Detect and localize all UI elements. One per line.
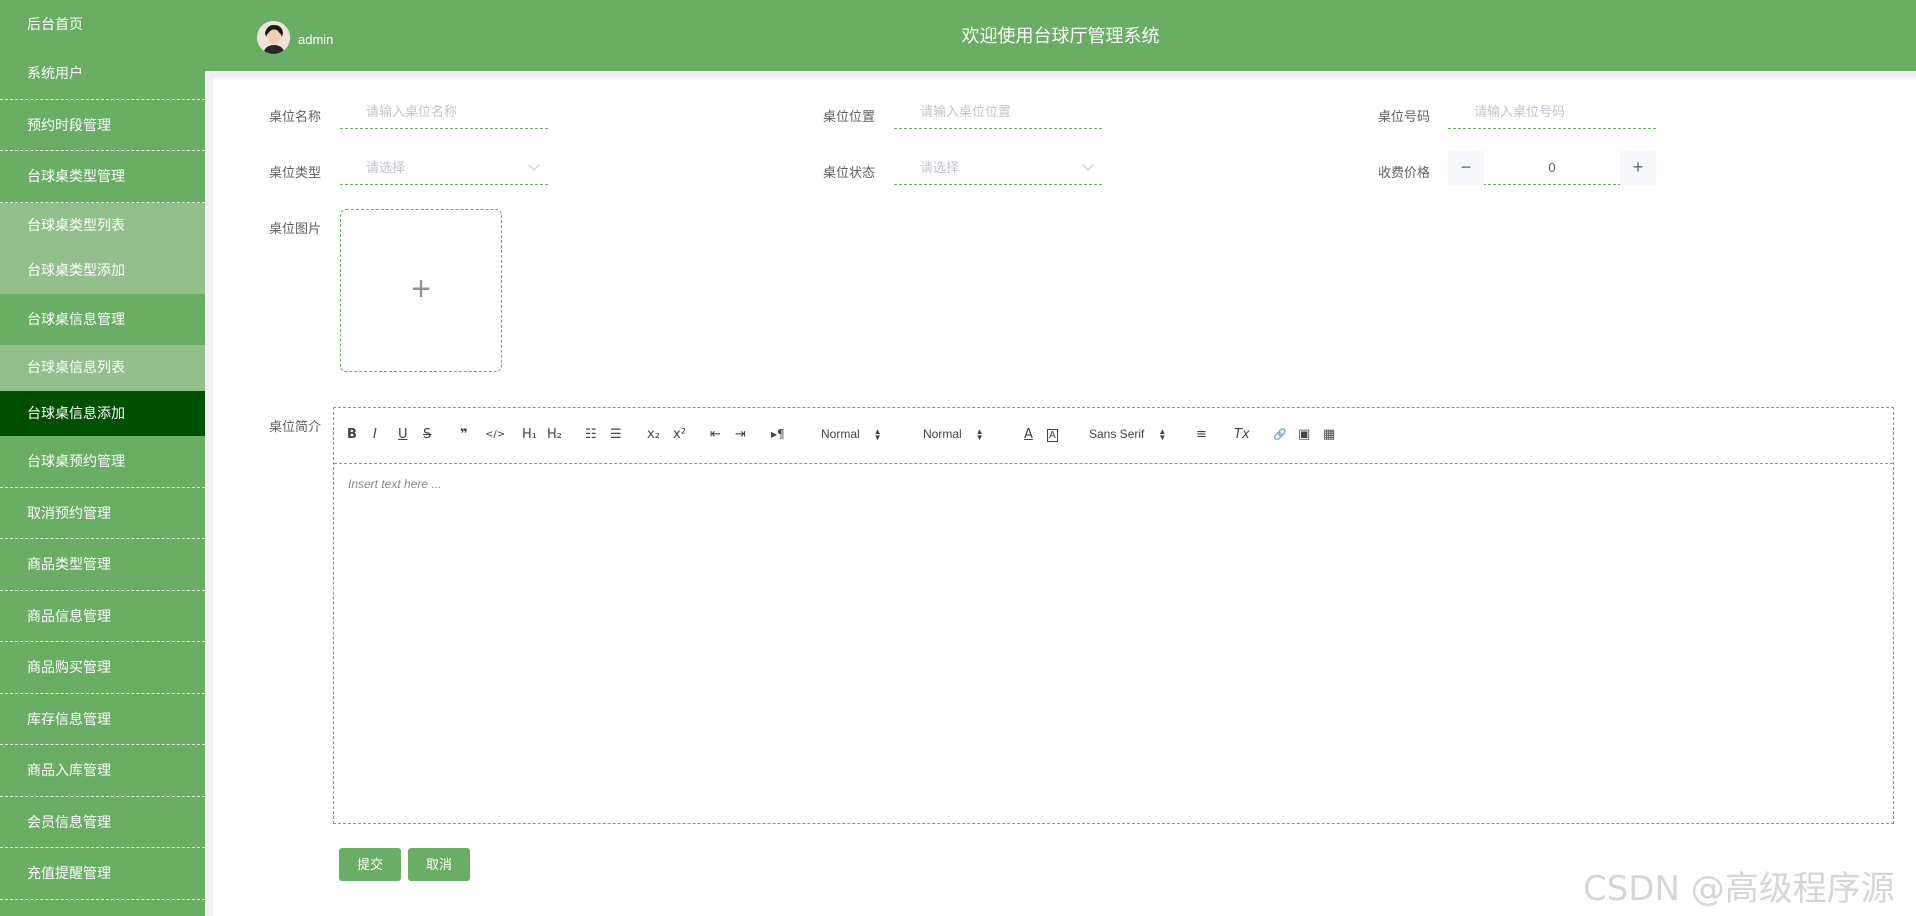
main-panel: 桌位名称 桌位位置 桌位号码 桌位类型 请选择 桌位状态 请选择 收费价格 − … (213, 78, 1916, 916)
sidebar-item-stock-info[interactable]: 库存信息管理 (0, 694, 205, 745)
subscript-button[interactable]: x₂ (647, 427, 660, 442)
label-table-type: 桌位类型 (269, 165, 322, 180)
image-insert-icon[interactable]: ▣ (1298, 427, 1310, 442)
underline-button[interactable]: U (398, 427, 408, 442)
link-icon[interactable]: 🔗 (1273, 428, 1287, 441)
blockquote-button[interactable]: ❞ (460, 427, 468, 442)
cancel-button[interactable]: 取消 (408, 848, 470, 881)
sidebar-item-table-booking[interactable]: 台球桌预约管理 (0, 436, 205, 488)
sidebar-item-table-info-mgmt[interactable]: 台球桌信息管理 (0, 294, 205, 346)
table-number-input[interactable] (1448, 95, 1656, 129)
sidebar-item-home[interactable]: 后台首页 (0, 0, 205, 48)
image-upload[interactable]: + (340, 209, 502, 372)
h2-button[interactable]: H₂ (547, 427, 562, 442)
updown-icon: ▲ ▼ (1158, 426, 1167, 442)
price-stepper: − 0 + (1448, 151, 1656, 185)
updown-icon: ▲ ▼ (873, 426, 882, 442)
outdent-button[interactable]: ⇤ (710, 427, 721, 442)
ordered-list-button[interactable]: ☷ (585, 427, 597, 442)
sidebar-item-member-info[interactable]: 会员信息管理 (0, 797, 205, 848)
updown-icon: ▲ ▼ (975, 426, 984, 442)
size-select-label: Normal (821, 427, 860, 441)
plus-icon: + (411, 270, 431, 308)
increase-button[interactable]: + (1620, 151, 1656, 185)
clean-format-button[interactable]: Tx (1234, 427, 1250, 442)
text-color-button[interactable]: A (1024, 427, 1033, 442)
top-header: admin 欢迎使用台球厅管理系统 (205, 0, 1916, 71)
table-type-select[interactable]: 请选择 (340, 151, 548, 185)
text-direction-button[interactable]: ▸¶ (771, 427, 785, 441)
header-select-label: Normal (923, 427, 962, 441)
sidebar-item-system-users[interactable]: 系统用户 (0, 48, 205, 100)
table-status-select[interactable]: 请选择 (894, 151, 1102, 185)
table-location-input[interactable] (894, 95, 1102, 129)
price-value[interactable]: 0 (1484, 151, 1620, 185)
sidebar-item-table-info-list[interactable]: 台球桌信息列表 (0, 345, 205, 391)
label-table-name: 桌位名称 (269, 109, 322, 124)
decrease-button[interactable]: − (1448, 151, 1484, 185)
indent-button[interactable]: ⇥ (735, 427, 746, 442)
rich-text-editor: B I U S ❞ </> H₁ H₂ ☷ ☰ x₂ x² ⇤ ⇥ ▸¶ Nor… (333, 407, 1894, 824)
watermark: CSDN @高级程序源 (1583, 869, 1895, 909)
page-title: 欢迎使用台球厅管理系统 (961, 26, 1160, 46)
label-table-intro: 桌位简介 (269, 419, 322, 434)
sidebar-item-table-info-add[interactable]: 台球桌信息添加 (0, 390, 205, 436)
code-button[interactable]: </> (485, 429, 505, 440)
table-status-placeholder: 请选择 (920, 160, 960, 175)
strike-button[interactable]: S (423, 427, 431, 442)
editor-placeholder: Insert text here ... (348, 477, 442, 491)
table-name-input[interactable] (340, 95, 548, 129)
header-select[interactable]: Normal ▲ ▼ (923, 427, 984, 441)
sidebar-item-goods-purchase[interactable]: 商品购买管理 (0, 642, 205, 694)
h1-button[interactable]: H₁ (522, 427, 537, 442)
sidebar-item-goods-inbound[interactable]: 商品入库管理 (0, 745, 205, 797)
sidebar-item-table-type-mgmt[interactable]: 台球桌类型管理 (0, 151, 205, 203)
background-color-button[interactable]: A (1047, 429, 1058, 442)
bold-button[interactable]: B (347, 427, 357, 442)
chevron-down-icon (528, 159, 540, 171)
submit-button[interactable]: 提交 (339, 848, 401, 881)
font-select[interactable]: Sans Serif ▲ ▼ (1089, 427, 1166, 441)
editor-toolbar: B I U S ❞ </> H₁ H₂ ☷ ☰ x₂ x² ⇤ ⇥ ▸¶ Nor… (334, 408, 1893, 464)
sidebar-item-time-slots[interactable]: 预约时段管理 (0, 100, 205, 151)
sidebar-item-goods-info[interactable]: 商品信息管理 (0, 591, 205, 642)
sidebar-item-cancel-booking[interactable]: 取消预约管理 (0, 488, 205, 539)
align-button[interactable]: ≡ (1196, 427, 1207, 442)
sidebar-item-recharge-reminder[interactable]: 充值提醒管理 (0, 848, 205, 900)
chevron-down-icon (1082, 159, 1094, 171)
table-type-placeholder: 请选择 (366, 160, 406, 175)
size-select[interactable]: Normal ▲ ▼ (821, 427, 882, 441)
editor-content-area[interactable]: Insert text here ... (334, 465, 1893, 823)
sidebar: 后台首页 系统用户 预约时段管理 台球桌类型管理 台球桌类型列表 台球桌类型添加… (0, 0, 205, 916)
font-select-label: Sans Serif (1089, 427, 1145, 441)
sidebar-item-table-type-add[interactable]: 台球桌类型添加 (0, 248, 205, 294)
sidebar-item-table-type-list[interactable]: 台球桌类型列表 (0, 202, 205, 248)
superscript-button[interactable]: x² (673, 427, 686, 442)
bullet-list-button[interactable]: ☰ (610, 427, 622, 442)
label-table-image: 桌位图片 (269, 221, 322, 236)
sidebar-item-goods-type[interactable]: 商品类型管理 (0, 539, 205, 591)
label-table-status: 桌位状态 (823, 165, 876, 180)
video-insert-icon[interactable]: ▦ (1323, 427, 1335, 442)
label-price: 收费价格 (1378, 165, 1431, 180)
label-table-location: 桌位位置 (823, 109, 876, 124)
label-table-number: 桌位号码 (1378, 109, 1431, 124)
italic-button[interactable]: I (373, 427, 377, 442)
